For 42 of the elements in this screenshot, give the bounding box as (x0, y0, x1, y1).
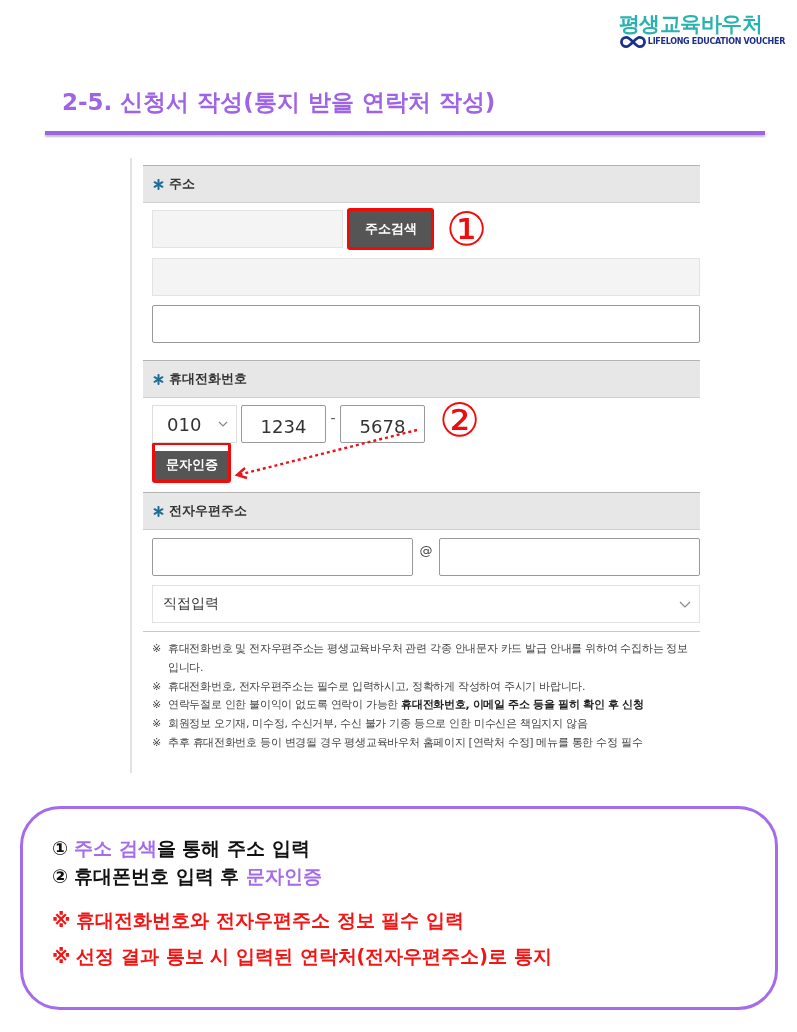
logo-wordmark: 평생교육바우처 (618, 12, 763, 36)
step-text: 주소 검색을 통해 주소 입력 (74, 835, 310, 861)
section-label: 주소 (169, 175, 195, 193)
note-text: 추후 휴대전화번호 등이 변경될 경우 평생교육바우처 홈페이지 [연락처 수정] 메뉴를 통한 수정 필수 (168, 735, 644, 751)
email-id-field[interactable] (152, 538, 413, 576)
detail-address-field[interactable] (152, 305, 700, 343)
note-text: 회원정보 오기재, 미수정, 수신거부, 수신 불가 기종 등으로 인한 미수신은 책임지지 않음 (168, 716, 589, 733)
phone-separator: - (329, 410, 337, 426)
note-mark: ※ (152, 697, 162, 714)
phone-field[interactable]: 1234 (241, 405, 326, 443)
address-search-button[interactable]: 주소검색 (347, 208, 434, 250)
postcode-field[interactable] (152, 210, 343, 248)
note-text: 휴대전화번호 및 전자우편주소는 평생교육바우처 관련 각종 안내문자 카드 발급 안내를 위하여 수집하는 정보입니다. (168, 641, 689, 676)
step-number: ② (52, 863, 69, 889)
note-mark: ※ (152, 678, 162, 695)
at-sign: @ (418, 543, 434, 558)
infinity-icon (619, 36, 646, 48)
note-mark: ※ (152, 641, 162, 657)
section-label: 전자우편주소 (169, 502, 247, 520)
note-mark: ※ (152, 735, 162, 751)
note-mark: ※ (152, 716, 162, 733)
email-domain-field[interactable] (439, 538, 700, 576)
callout-number: ① (446, 206, 488, 252)
step-text: 휴대폰번호 입력 후 문자인증 (74, 863, 322, 889)
chevron-down-icon (218, 421, 228, 427)
phone-field[interactable]: 5678 (340, 405, 425, 443)
warning-text: 선정 결과 통보 시 입력된 연락처(전자우편주소)로 통지 (76, 943, 552, 969)
note-text: 연락두절로 인한 불이익이 없도록 연락이 가능한 휴대전화번호, 이메일 주소 등을 필히 확인 후 신청 (168, 697, 645, 714)
sms-verify-button[interactable]: 문자인증 (152, 442, 231, 483)
address-field[interactable] (152, 258, 700, 296)
section-label: 휴대전화번호 (169, 370, 247, 388)
warning-mark: ※ (52, 943, 71, 969)
warning-mark: ※ (52, 907, 71, 933)
prefix-select[interactable]: 010 (152, 405, 237, 443)
callout-number: ② (439, 397, 481, 443)
chevron-down-icon (679, 600, 691, 608)
note-text: 휴대전화번호, 전자우편주소는 필수로 입력하시고, 정확하게 작성하여 주시기 바랍니다. (168, 678, 587, 695)
page-title: 2-5. 신청서 작성(통지 받을 연락처 작성) (62, 88, 496, 117)
warning-text: 휴대전화번호와 전자우편주소 정보 필수 입력 (76, 907, 464, 933)
domain-select[interactable]: 직접입력 (152, 585, 700, 623)
step-number: ① (52, 835, 69, 861)
logo-tagline: LIFELONG EDUCATION VOUCHER (647, 37, 785, 47)
